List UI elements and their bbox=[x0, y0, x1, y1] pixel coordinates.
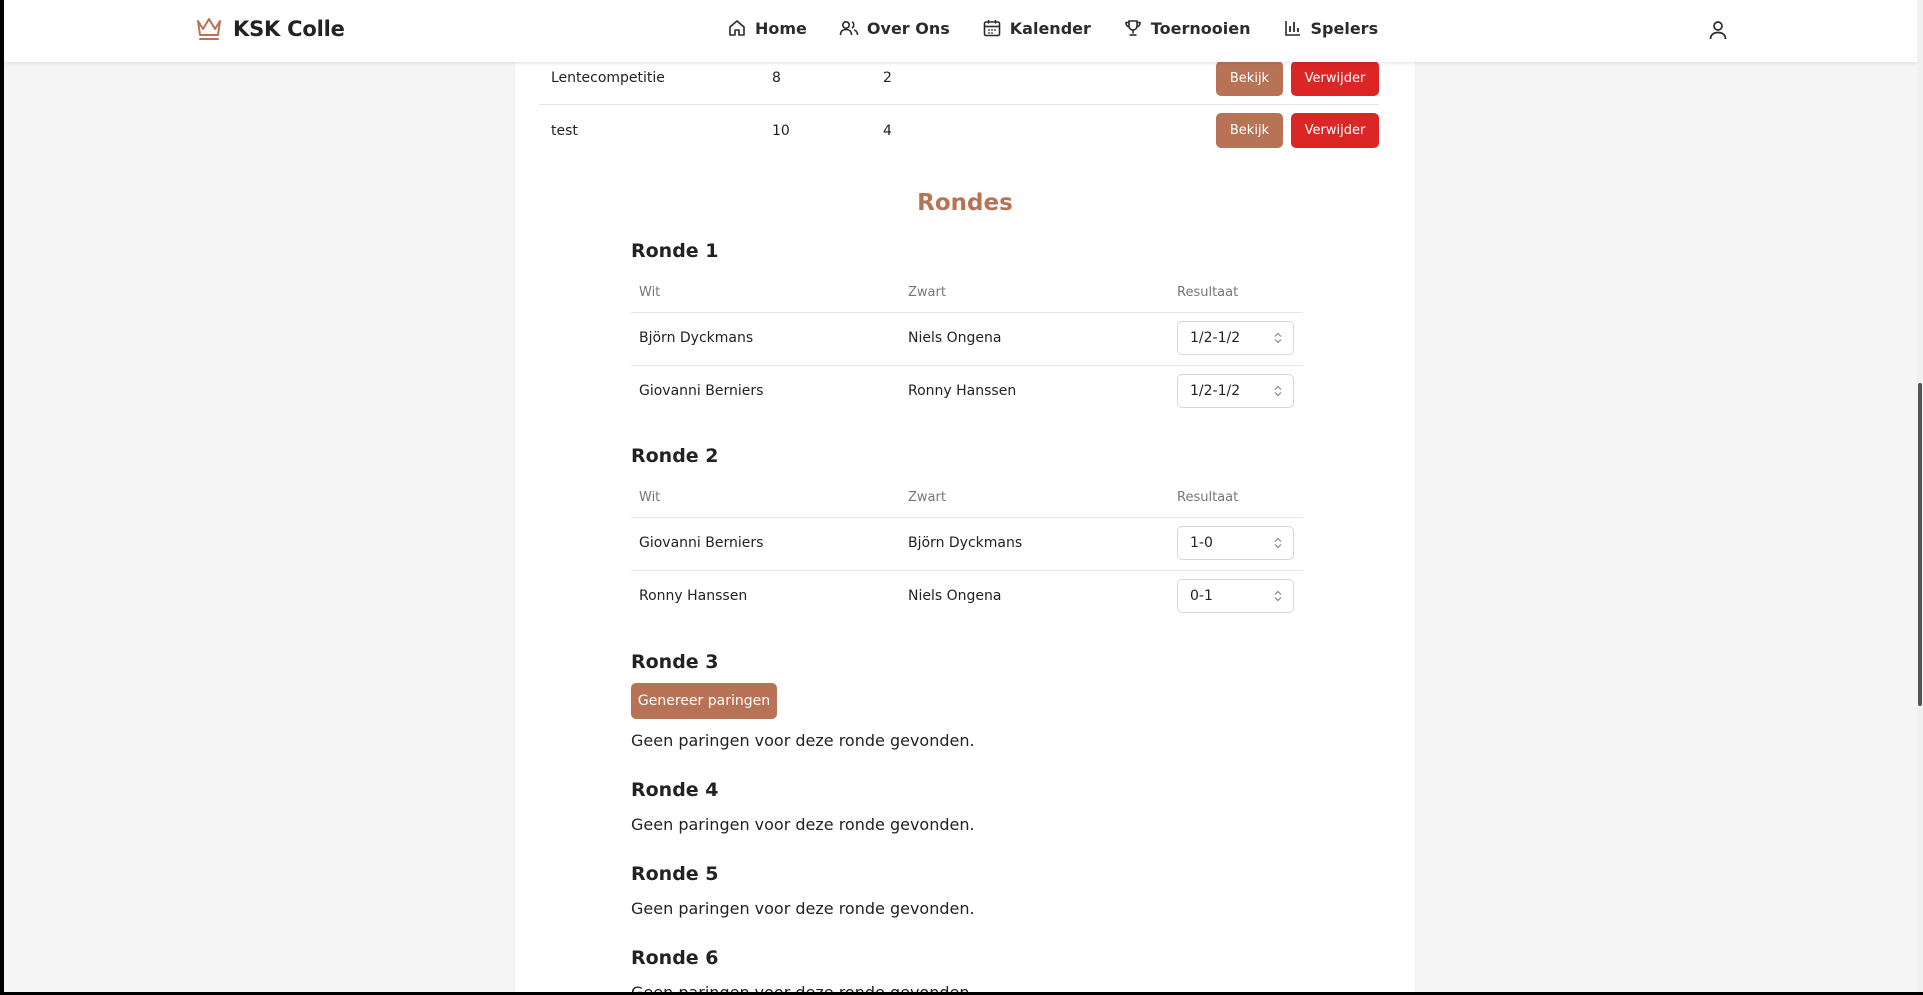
trophy-icon bbox=[1125, 20, 1141, 36]
nav-toernooien[interactable]: Toernooien bbox=[1123, 18, 1251, 38]
pairing-row: Giovanni Berniers Ronny Hanssen 1/2-1/2 bbox=[631, 366, 1303, 418]
view-button[interactable]: Bekijk bbox=[1216, 61, 1283, 96]
column-black: Zwart bbox=[908, 285, 946, 300]
pairing-row: Björn Dyckmans Niels Ongena 1/2-1/2 bbox=[631, 313, 1303, 366]
result-value: 0-1 bbox=[1190, 588, 1213, 604]
black-player: Björn Dyckmans bbox=[908, 535, 1023, 551]
tournament-row: test 10 4 Bekijk Verwijder bbox=[539, 104, 1379, 157]
nav-label: Home bbox=[755, 18, 807, 38]
delete-button[interactable]: Verwijder bbox=[1291, 113, 1379, 148]
empty-message: Geen paringen voor deze ronde gevonden. bbox=[631, 983, 975, 992]
empty-message: Geen paringen voor deze ronde gevonden. bbox=[631, 815, 975, 834]
tournament-value-1: 10 bbox=[772, 123, 790, 139]
chevron-up-down-icon bbox=[1274, 590, 1282, 602]
round-title: Ronde 3 bbox=[631, 651, 719, 673]
nav-home[interactable]: Home bbox=[727, 18, 807, 38]
empty-message: Geen paringen voor deze ronde gevonden. bbox=[631, 731, 975, 750]
black-player: Niels Ongena bbox=[908, 330, 1002, 346]
tournament-value-2: 2 bbox=[883, 70, 892, 86]
generate-pairings-button[interactable]: Genereer paringen bbox=[631, 683, 777, 719]
nav-over-ons[interactable]: Over Ons bbox=[839, 18, 950, 38]
round-title: Ronde 5 bbox=[631, 863, 719, 885]
table-header: Wit Zwart Resultaat bbox=[631, 479, 1303, 518]
nav-spelers[interactable]: Spelers bbox=[1283, 18, 1379, 38]
pairing-row: Giovanni Berniers Björn Dyckmans 1-0 bbox=[631, 518, 1303, 571]
result-select[interactable]: 1/2-1/2 bbox=[1177, 374, 1294, 408]
column-result: Resultaat bbox=[1177, 490, 1239, 505]
crown-icon bbox=[197, 18, 221, 40]
bar-chart-icon bbox=[1284, 21, 1300, 36]
white-player: Björn Dyckmans bbox=[639, 330, 754, 346]
white-player: Giovanni Berniers bbox=[639, 535, 764, 551]
round-title: Ronde 4 bbox=[631, 779, 719, 801]
nav-kalender[interactable]: Kalender bbox=[982, 18, 1091, 38]
top-navbar: KSK Colle Home Over Ons Kalender Toernoo… bbox=[4, 0, 1917, 62]
chevron-up-down-icon bbox=[1274, 332, 1282, 344]
delete-button[interactable]: Verwijder bbox=[1291, 61, 1379, 96]
round-title: Ronde 6 bbox=[631, 947, 719, 969]
nav-label: Kalender bbox=[1009, 18, 1091, 38]
tournament-name: Lentecompetitie bbox=[551, 70, 665, 86]
white-player: Giovanni Berniers bbox=[639, 383, 764, 399]
nav-label: Toernooien bbox=[1150, 18, 1251, 38]
home-icon bbox=[729, 20, 745, 36]
column-white: Wit bbox=[639, 285, 661, 300]
column-white: Wit bbox=[639, 490, 661, 505]
result-value: 1/2-1/2 bbox=[1190, 383, 1241, 399]
white-player: Ronny Hanssen bbox=[639, 588, 748, 604]
nav-label: Over Ons bbox=[866, 18, 950, 38]
round-title: Ronde 2 bbox=[631, 445, 719, 467]
user-icon bbox=[1709, 21, 1727, 40]
chevron-up-down-icon bbox=[1274, 537, 1282, 549]
nav-label: Spelers bbox=[1310, 18, 1379, 38]
tournament-name: test bbox=[551, 123, 578, 139]
black-player: Ronny Hanssen bbox=[908, 383, 1017, 399]
brand-logo[interactable]: KSK Colle bbox=[195, 16, 345, 42]
calendar-icon bbox=[983, 20, 1001, 37]
table-header: Wit Zwart Resultaat bbox=[631, 274, 1303, 313]
rounds-title: Rondes bbox=[917, 190, 1013, 216]
result-value: 1/2-1/2 bbox=[1190, 330, 1241, 346]
user-menu-button[interactable] bbox=[1707, 19, 1729, 45]
result-value: 1-0 bbox=[1190, 535, 1213, 551]
pairing-row: Ronny Hanssen Niels Ongena 0-1 bbox=[631, 571, 1303, 623]
tournament-value-1: 8 bbox=[772, 70, 781, 86]
result-select[interactable]: 1-0 bbox=[1177, 526, 1294, 560]
chevron-up-down-icon bbox=[1274, 385, 1282, 397]
black-player: Niels Ongena bbox=[908, 588, 1002, 604]
column-result: Resultaat bbox=[1177, 285, 1239, 300]
column-black: Zwart bbox=[908, 490, 946, 505]
users-icon bbox=[839, 20, 859, 36]
tournament-value-2: 4 bbox=[883, 123, 892, 139]
result-select[interactable]: 1/2-1/2 bbox=[1177, 321, 1294, 355]
result-select[interactable]: 0-1 bbox=[1177, 579, 1294, 613]
main-nav: Home Over Ons Kalender Toernooien Speler… bbox=[727, 18, 1410, 38]
round-title: Ronde 1 bbox=[631, 240, 719, 262]
brand-name: KSK Colle bbox=[233, 17, 345, 41]
empty-message: Geen paringen voor deze ronde gevonden. bbox=[631, 899, 975, 918]
view-button[interactable]: Bekijk bbox=[1216, 113, 1283, 148]
scrollbar-thumb[interactable] bbox=[1918, 383, 1922, 706]
viewport: Lentecompetitie 8 2 Bekijk Verwijder tes… bbox=[4, 0, 1917, 992]
